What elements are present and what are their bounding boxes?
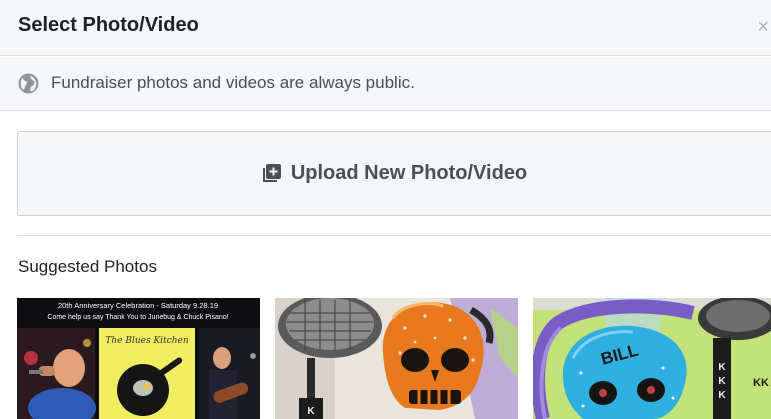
svg-text:K: K xyxy=(718,390,726,401)
suggested-photo-3[interactable]: K K K BILL KK xyxy=(533,298,771,419)
notice-text: Fundraiser photos and videos are always … xyxy=(51,73,415,92)
svg-text:K: K xyxy=(307,406,315,417)
divider xyxy=(17,235,771,236)
svg-text:K: K xyxy=(718,362,726,373)
suggested-photo-2[interactable]: K xyxy=(275,298,518,419)
upload-photo-video-button[interactable]: Upload New Photo/Video xyxy=(17,131,771,216)
upload-label: Upload New Photo/Video xyxy=(290,162,528,184)
orange-skull-image: K xyxy=(275,298,518,419)
blue-skull-image: K K K BILL KK xyxy=(533,298,771,419)
dialog-header: Select Photo/Video × xyxy=(0,0,771,56)
flyer-logo-text: The Blues Kitchen xyxy=(105,336,188,346)
close-icon[interactable]: × xyxy=(757,16,769,39)
dialog-title: Select Photo/Video xyxy=(18,14,199,36)
flyer-caption-line-1: 20th Anniversary Celebration - Saturday … xyxy=(58,301,218,310)
suggested-photo-1[interactable]: 20th Anniversary Celebration - Saturday … xyxy=(17,298,260,419)
globe-icon xyxy=(18,73,39,94)
sign-text: KK xyxy=(753,377,769,389)
flyer-caption-line-2: Come help us say Thank You to Junebug & … xyxy=(47,314,228,321)
flyer-image: 20th Anniversary Celebration - Saturday … xyxy=(17,298,260,419)
suggested-photos-heading: Suggested Photos xyxy=(18,257,157,276)
add-photo-icon xyxy=(262,164,281,182)
svg-text:K: K xyxy=(718,376,726,387)
privacy-notice: Fundraiser photos and videos are always … xyxy=(0,57,771,111)
upload-button-content: Upload New Photo/Video xyxy=(18,162,771,185)
